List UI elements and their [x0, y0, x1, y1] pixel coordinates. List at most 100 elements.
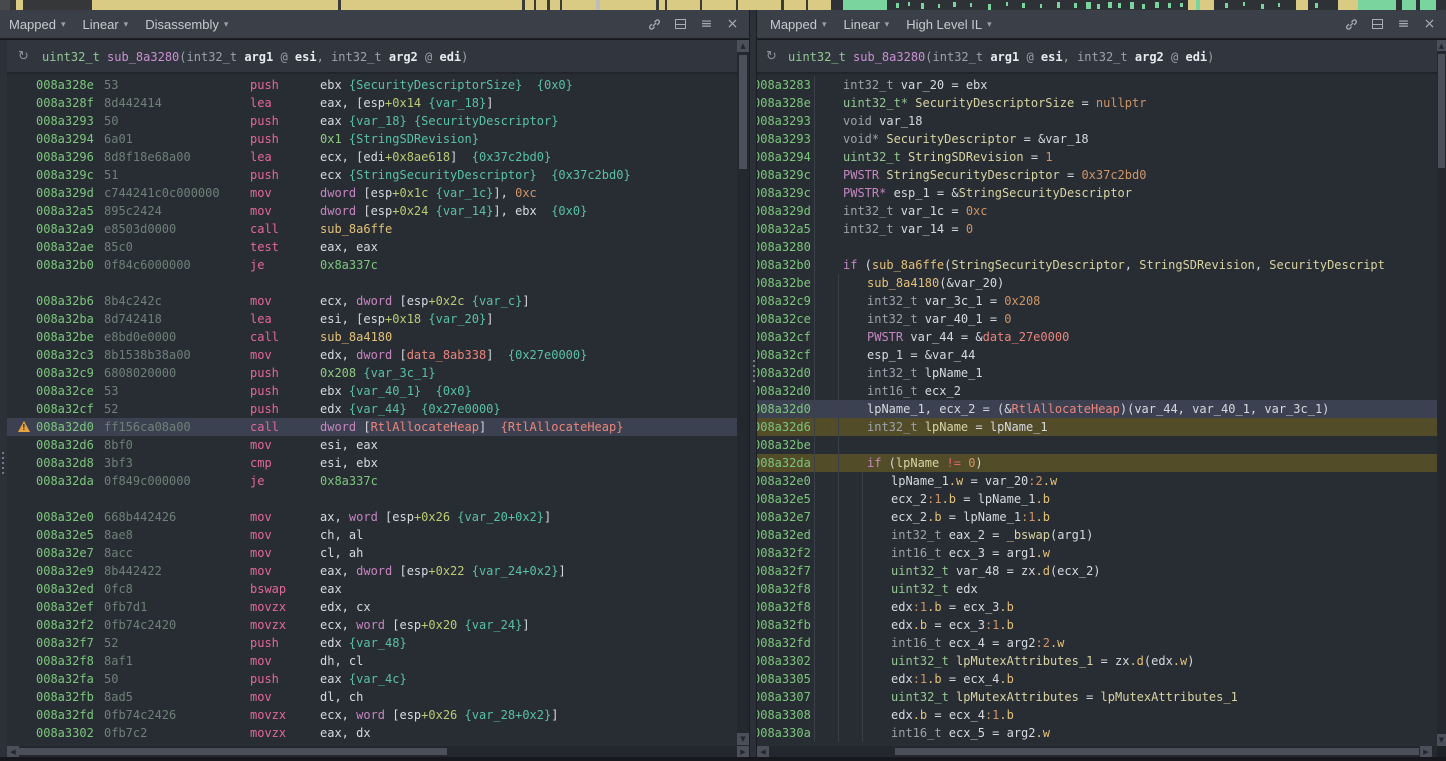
feature-map[interactable]: [0, 0, 1446, 10]
scrollbar-thumb[interactable]: [19, 748, 447, 755]
split-pane-icon[interactable]: [673, 17, 688, 32]
hlil-line[interactable]: 008a3293void var_18: [757, 112, 1437, 130]
hlil-line[interactable]: 008a32d0int32_t lpName_1: [757, 364, 1437, 382]
link-icon[interactable]: [1344, 17, 1359, 32]
menu-icon[interactable]: ≡: [1396, 17, 1411, 32]
disasm-line[interactable]: 008a32a5895c2424movdword [esp+0x24 {var_…: [7, 202, 749, 220]
splitter-grip[interactable]: [2, 452, 4, 474]
link-icon[interactable]: [647, 17, 662, 32]
disasm-line[interactable]: 008a32d0ff156ca08a00calldword [RtlAlloca…: [7, 418, 749, 436]
disasm-line[interactable]: 008a32ce53pushebx {var_40_1} {0x0}: [7, 382, 749, 400]
hlil-line[interactable]: 008a3308edx.b = ecx_4:1.b: [757, 706, 1437, 724]
disasm-line[interactable]: 008a32f88af1movdh, cl: [7, 652, 749, 670]
left-function-signature-bar[interactable]: ↻ uint32_t sub_8a3280(int32_t arg1 @ esi…: [7, 40, 737, 74]
disasm-line[interactable]: 008a32ed0fc8bswapeax: [7, 580, 749, 598]
hlil-line[interactable]: 008a32besub_8a4180(&var_20): [757, 274, 1437, 292]
disasm-line[interactable]: 008a32fd0fb74c2426movzxecx, word [esp+0x…: [7, 706, 749, 724]
disasm-line[interactable]: 008a32c96808020000push0x208 {var_3c_1}: [7, 364, 749, 382]
hlil-line[interactable]: 008a32f8uint32_t edx: [757, 580, 1437, 598]
right-vertical-scrollbar[interactable]: ▲ ▼: [1437, 40, 1446, 746]
refresh-icon[interactable]: ↻: [18, 49, 29, 64]
hlil-line[interactable]: 008a32be: [757, 436, 1437, 454]
hlil-line[interactable]: 008a329cPWSTR* esp_1 = &StringSecurityDe…: [757, 184, 1437, 202]
disasm-line[interactable]: 008a32c38b1538b38a00movedx, dword [data_…: [7, 346, 749, 364]
view-dropdown-hlil[interactable]: High Level IL ▾: [906, 17, 991, 32]
hlil-line[interactable]: 008a328euint32_t* SecurityDescriptorSize…: [757, 94, 1437, 112]
hlil-line[interactable]: 008a32fdint16_t ecx_4 = arg2:2.w: [757, 634, 1437, 652]
disasm-line[interactable]: [7, 490, 749, 508]
hlil-line[interactable]: 008a3283int32_t var_20 = ebx: [757, 76, 1437, 94]
disasm-line[interactable]: 008a32a9e8503d0000callsub_8a6ffe: [7, 220, 749, 238]
hlil-line[interactable]: 008a32f7uint32_t var_48 = zx.d(ecx_2): [757, 562, 1437, 580]
menu-icon[interactable]: ≡: [699, 17, 714, 32]
disasm-line[interactable]: 008a32bee8bd0e0000callsub_8a4180: [7, 328, 749, 346]
hlil-line[interactable]: 008a3307uint32_t lpMutexAttributes = lpM…: [757, 688, 1437, 706]
close-icon[interactable]: ×: [725, 17, 740, 32]
left-vertical-scrollbar[interactable]: ▲ ▼: [737, 40, 749, 746]
hlil-line[interactable]: 008a3305edx:1.b = ecx_4.b: [757, 670, 1437, 688]
hlil-line[interactable]: 008a329dint32_t var_1c = 0xc: [757, 202, 1437, 220]
scroll-left-button[interactable]: ◀: [757, 746, 769, 757]
view-dropdown-disassembly[interactable]: Disassembly ▾: [145, 17, 228, 32]
disasm-line[interactable]: [7, 274, 749, 292]
view-dropdown-mapped-left[interactable]: Mapped ▾: [9, 17, 66, 32]
disasm-line[interactable]: 008a32fa50pusheax {var_4c}: [7, 670, 749, 688]
view-dropdown-linear-left[interactable]: Linear ▾: [83, 17, 129, 32]
scroll-right-button[interactable]: ▶: [737, 746, 749, 757]
disasm-line[interactable]: 008a32ba8d742418leaesi, [esp+0x18 {var_2…: [7, 310, 749, 328]
disasm-line[interactable]: 008a32e0668b442426movax, word [esp+0x26 …: [7, 508, 749, 526]
disasm-line[interactable]: 008a329350pusheax {var_18} {SecurityDesc…: [7, 112, 749, 130]
hlil-line[interactable]: 008a32e0lpName_1.w = var_20:2.w: [757, 472, 1437, 490]
disasm-line[interactable]: 008a32da0f849c000000je0x8a337c: [7, 472, 749, 490]
hlil-line[interactable]: 008a32d0lpName_1, ecx_2 = (&RtlAllocateH…: [757, 400, 1437, 418]
scrollbar-thumb[interactable]: [739, 55, 747, 169]
disasm-line[interactable]: 008a32cf52pushedx {var_44} {0x27e0000}: [7, 400, 749, 418]
left-splitter[interactable]: [0, 40, 7, 761]
disasm-line[interactable]: 008a329c51pushecx {StringSecurityDescrip…: [7, 166, 749, 184]
disasm-line[interactable]: 008a32e98b442422moveax, dword [esp+0x22 …: [7, 562, 749, 580]
scroll-up-button[interactable]: ▲: [1437, 40, 1446, 51]
disasm-line[interactable]: 008a32e78accmovcl, ah: [7, 544, 749, 562]
hlil-line[interactable]: 008a3280: [757, 238, 1437, 256]
hlil-line[interactable]: 008a32b0if (sub_8a6ffe(StringSecurityDes…: [757, 256, 1437, 274]
right-function-signature-bar[interactable]: ↻ uint32_t sub_8a3280(int32_t arg1 @ esi…: [757, 40, 1437, 74]
disasm-line[interactable]: 008a32ae85c0testeax, eax: [7, 238, 749, 256]
disasm-line[interactable]: 008a32fb8ad5movdl, ch: [7, 688, 749, 706]
scroll-down-button[interactable]: ▼: [737, 733, 749, 745]
disasm-line[interactable]: 008a328e53pushebx {SecurityDescriptorSiz…: [7, 76, 749, 94]
disasm-line[interactable]: 008a32d83bf3cmpesi, ebx: [7, 454, 749, 472]
disasm-line[interactable]: 008a32d68bf0movesi, eax: [7, 436, 749, 454]
disasm-line[interactable]: 008a32b00f84c6000000je0x8a337c: [7, 256, 749, 274]
disasm-line[interactable]: 008a32ef0fb7d1movzxedx, cx: [7, 598, 749, 616]
view-dropdown-mapped-right[interactable]: Mapped ▾: [770, 17, 827, 32]
hlil-line[interactable]: 008a32ceint32_t var_40_1 = 0: [757, 310, 1437, 328]
disasm-line[interactable]: 008a32946a01push0x1 {StringSDRevision}: [7, 130, 749, 148]
hlil-line[interactable]: 008a329cPWSTR StringSecurityDescriptor =…: [757, 166, 1437, 184]
hlil-line[interactable]: 008a330aint16_t ecx_5 = arg2.w: [757, 724, 1437, 742]
scroll-up-button[interactable]: ▲: [737, 40, 749, 52]
disasm-line[interactable]: 008a32968d8f18e68a00leaecx, [edi+0x8ae61…: [7, 148, 749, 166]
hlil-line[interactable]: 008a32daif (lpName != 0): [757, 454, 1437, 472]
disasm-line[interactable]: 008a329dc744241c0c000000movdword [esp+0x…: [7, 184, 749, 202]
close-icon[interactable]: ×: [1422, 17, 1437, 32]
scroll-down-button[interactable]: ▼: [1437, 734, 1446, 746]
hlil-line[interactable]: 008a32c9int32_t var_3c_1 = 0x208: [757, 292, 1437, 310]
split-pane-icon[interactable]: [1370, 17, 1385, 32]
disasm-line[interactable]: 008a32e58ae8movch, al: [7, 526, 749, 544]
hlil-line[interactable]: 008a32e5ecx_2:1.b = lpName_1.b: [757, 490, 1437, 508]
disasm-line[interactable]: 008a32b68b4c242cmovecx, dword [esp+0x2c …: [7, 292, 749, 310]
scrollbar-thumb[interactable]: [895, 748, 1419, 755]
hlil-line[interactable]: 008a32d6int32_t lpName = lpName_1: [757, 418, 1437, 436]
scrollbar-thumb[interactable]: [1438, 54, 1445, 168]
hlil-line[interactable]: 008a32fbedx.b = ecx_3:1.b: [757, 616, 1437, 634]
hlil-line[interactable]: 008a32a5int32_t var_14 = 0: [757, 220, 1437, 238]
disasm-line[interactable]: 008a33020fb7c2movzxeax, dx: [7, 724, 749, 742]
pane-splitter[interactable]: [749, 10, 757, 761]
hlil-line[interactable]: 008a32e7ecx_2.b = lpName_1:1.b: [757, 508, 1437, 526]
hlil-line[interactable]: 008a32f2int16_t ecx_3 = arg1.w: [757, 544, 1437, 562]
right-horizontal-scrollbar[interactable]: ◀ ▶: [757, 746, 1437, 757]
scroll-left-button[interactable]: ◀: [7, 746, 19, 757]
disasm-line[interactable]: 008a32f20fb74c2420movzxecx, word [esp+0x…: [7, 616, 749, 634]
hlil-line[interactable]: 008a32cfesp_1 = &var_44: [757, 346, 1437, 364]
scroll-right-button[interactable]: ▶: [1420, 746, 1432, 757]
